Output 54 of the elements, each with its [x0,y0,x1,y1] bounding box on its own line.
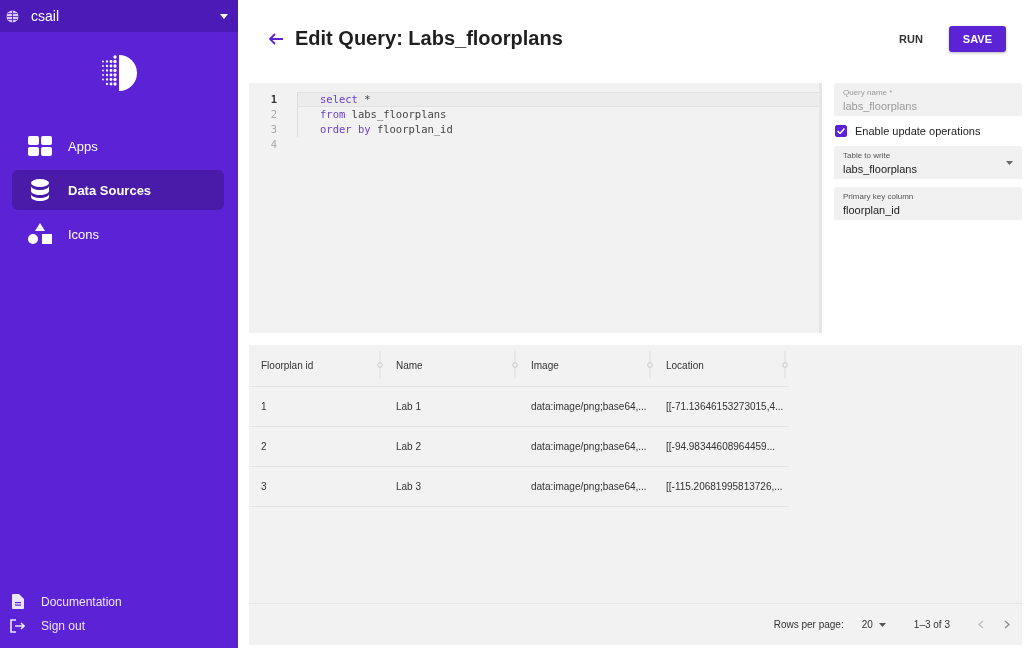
page-title: Edit Query: Labs_floorplans [295,27,564,50]
column-resize-handle[interactable] [781,351,789,379]
dropdown-caret-icon [878,622,886,627]
table-cell-text: [[-71.13646153273015,4... [665,401,785,412]
column-resize-handle[interactable] [646,351,654,379]
dropdown-caret-icon [1006,161,1013,165]
sign-out-icon [10,619,25,633]
shapes-icon [28,223,52,245]
run-button[interactable]: RUN [885,25,937,52]
save-button[interactable]: SAVE [948,25,1006,52]
nav-item[interactable]: Icons [12,214,224,254]
rows-per-page-label: Rows per page: [773,619,844,630]
column-resize-handle[interactable] [376,351,384,379]
line-number: 3 [249,122,298,137]
code-line[interactable]: from labs_floorplans [298,107,819,122]
document-icon [11,594,24,609]
dropdown-caret-icon [220,13,228,19]
column-header[interactable]: Floorplan id [249,345,384,386]
table-cell-text: Lab 2 [395,441,423,452]
checkbox-label: Enable update operations [855,125,981,137]
table-cell-text: Lab 1 [395,401,423,412]
checkbox[interactable] [835,125,847,137]
column-header[interactable]: Name [384,345,519,386]
apps-grid-icon [28,136,52,156]
nav-item[interactable]: Apps [12,126,224,166]
table-cell-text: Lab 3 [395,481,423,492]
app-logo [100,54,138,92]
column-header[interactable]: Location [654,345,789,386]
previous-page-icon[interactable] [978,620,984,629]
text-field[interactable]: Primary key column floorplan_id [834,187,1022,220]
line-number: 2 [249,107,298,122]
table-cell-text: 1 [260,401,268,412]
table-cell-text: data:image/png;base64,... [530,441,648,452]
select-field[interactable]: Table to write labs_floorplans [834,146,1022,179]
sidebar-link[interactable]: Documentation [10,594,238,609]
table-cell-text: [[-94.98344608964459... [665,441,776,452]
line-number: 4 [269,137,278,152]
rows-per-page-select[interactable]: 20 [861,619,886,630]
table-cell-text: data:image/png;base64,... [530,401,648,412]
globe-icon [6,9,19,23]
table-cell-text: 3 [260,481,268,492]
sidebar-link[interactable]: Sign out [10,619,238,633]
organization-selector[interactable]: csail [0,0,238,32]
next-page-icon[interactable] [1004,620,1010,629]
database-icon [31,179,49,201]
page-range: 1–3 of 3 [913,619,950,630]
table-cell-text: data:image/png;base64,... [530,481,648,492]
table-cell-text: 2 [260,441,268,452]
column-header[interactable]: Image [519,345,654,386]
back-arrow-icon[interactable] [269,32,283,45]
code-line[interactable]: order by floorplan_id [298,122,819,137]
nav-item[interactable]: Data Sources [12,170,224,210]
column-resize-handle[interactable] [511,351,519,379]
table-cell-text: [[-115.20681995813726,... [665,481,784,492]
